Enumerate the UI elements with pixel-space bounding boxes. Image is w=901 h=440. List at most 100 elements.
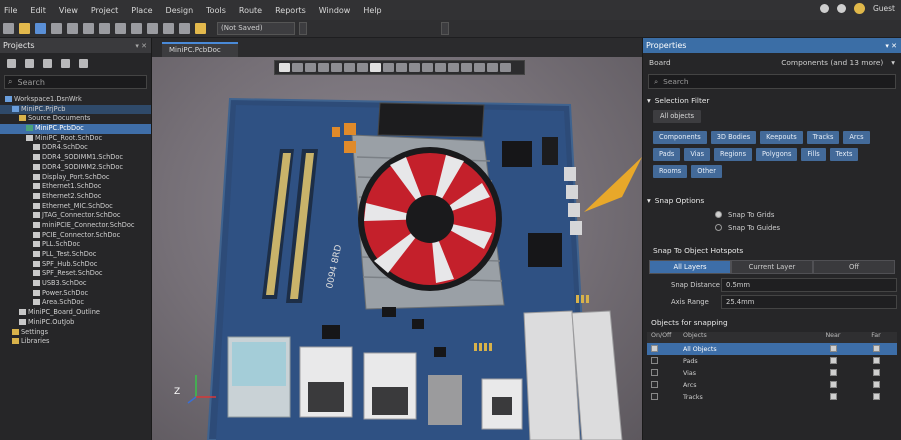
redo-icon[interactable]	[179, 23, 190, 34]
near-checkbox[interactable]	[829, 392, 837, 400]
filter-chip-tracks[interactable]: Tracks	[806, 131, 840, 144]
new-project-icon[interactable]	[25, 58, 34, 68]
near-checkbox[interactable]	[829, 368, 837, 376]
on-off-checkbox[interactable]	[651, 392, 658, 400]
menu-edit[interactable]: Edit	[30, 6, 46, 15]
on-off-checkbox[interactable]	[651, 344, 658, 352]
move-icon[interactable]	[147, 23, 158, 34]
move-tool-icon[interactable]	[318, 63, 329, 72]
snap-table-row[interactable]: All Objects	[647, 343, 897, 355]
on-off-checkbox[interactable]	[651, 380, 658, 388]
tree-item[interactable]: SPF_Reset.SchDoc	[0, 269, 151, 279]
board-filter-value[interactable]: Components (and 13 more)	[781, 58, 883, 67]
projects-search-input[interactable]: ⌕ Search	[4, 75, 147, 89]
place-pad-icon[interactable]	[383, 63, 394, 72]
new-file-icon[interactable]	[3, 23, 14, 34]
far-checkbox[interactable]	[872, 368, 880, 376]
measure-icon[interactable]	[461, 63, 472, 72]
tree-item[interactable]: SPF_Hub.SchDoc	[0, 260, 151, 270]
polygon-icon[interactable]	[396, 63, 407, 72]
tree-item[interactable]: MiniPC.PrjPcb	[0, 104, 151, 115]
place-component-icon[interactable]	[344, 63, 355, 72]
variant-dropdown[interactable]	[299, 22, 307, 35]
all-objects-button[interactable]: All objects	[653, 110, 701, 123]
menu-view[interactable]: View	[59, 6, 78, 15]
filter-chip-fills[interactable]: Fills	[801, 148, 826, 161]
menu-reports[interactable]: Reports	[275, 6, 306, 15]
menu-design[interactable]: Design	[166, 6, 194, 15]
notifications-icon[interactable]	[836, 4, 846, 13]
settings-icon[interactable]	[819, 4, 829, 13]
folder-icon[interactable]	[61, 58, 70, 68]
tree-item[interactable]: PLL_Test.SchDoc	[0, 250, 151, 260]
tree-item[interactable]: Libraries	[0, 337, 151, 347]
dimension-icon[interactable]	[422, 63, 433, 72]
on-off-checkbox[interactable]	[651, 356, 658, 364]
filter-chip-3d-bodies[interactable]: 3D Bodies	[710, 131, 757, 144]
tree-item[interactable]: MiniPC_Board_Outline	[0, 308, 151, 318]
align-icon[interactable]	[331, 63, 342, 72]
tree-item[interactable]: Workspace1.DsnWrk	[0, 95, 151, 105]
tree-item[interactable]: MiniPC_Root.SchDoc	[0, 134, 151, 144]
tree-item[interactable]: Ethernet_MIC.SchDoc	[0, 202, 151, 212]
snap-distance-input[interactable]: 0.5mm	[721, 277, 897, 292]
filter-chip-regions[interactable]: Regions	[714, 148, 753, 161]
selection-filter-section[interactable]: ▾ Selection Filter	[643, 92, 901, 108]
off-option[interactable]: Off	[813, 260, 895, 274]
menu-tools[interactable]: Tools	[206, 6, 226, 15]
tree-item[interactable]: miniPCIE_Connector.SchDoc	[0, 221, 151, 231]
hammer-icon[interactable]	[195, 23, 206, 34]
filter-chip-components[interactable]: Components	[653, 131, 707, 144]
snap-table-row[interactable]: Vias	[647, 367, 897, 379]
tree-item[interactable]: JTAG_Connector.SchDoc	[0, 211, 151, 221]
filter-chip-arcs[interactable]: Arcs	[843, 131, 870, 144]
select-icon[interactable]	[131, 23, 142, 34]
rectangle-select-icon[interactable]	[305, 63, 316, 72]
all-layers-option[interactable]: All Layers	[649, 260, 731, 274]
filter-chip-polygons[interactable]: Polygons	[756, 148, 798, 161]
menu-window[interactable]: Window	[319, 6, 351, 15]
panel-menu-icon[interactable]: ▾ ✕	[135, 42, 147, 50]
pcb-3d-viewport[interactable]: 0094 8RD Z	[152, 57, 642, 440]
menu-help[interactable]: Help	[363, 6, 381, 15]
tree-item[interactable]: MiniPC.OutJob	[0, 318, 151, 328]
tree-item[interactable]: Source Documents	[0, 114, 151, 124]
copy-icon[interactable]	[83, 23, 94, 34]
room-icon[interactable]	[487, 63, 498, 72]
tree-item[interactable]: MiniPC.PcbDoc	[0, 124, 151, 134]
3d-body-icon[interactable]	[474, 63, 485, 72]
tree-item[interactable]: Ethernet2.SchDoc	[0, 192, 151, 202]
filter-icon[interactable]	[279, 63, 290, 72]
open-folder-icon[interactable]	[19, 23, 30, 34]
menu-place[interactable]: Place	[131, 6, 152, 15]
user-avatar-icon[interactable]	[853, 3, 865, 14]
panel-menu-icon[interactable]: ▾ ✕	[885, 42, 897, 50]
filter-funnel-icon[interactable]: ▾	[891, 58, 895, 67]
select-tool-icon[interactable]	[292, 63, 303, 72]
far-checkbox[interactable]	[872, 356, 880, 364]
snap-to-grids-option[interactable]: Snap To Grids	[643, 208, 901, 221]
tree-item[interactable]: DDR4.SchDoc	[0, 143, 151, 153]
print-icon[interactable]	[51, 23, 62, 34]
line-tool-icon[interactable]	[435, 63, 446, 72]
user-name[interactable]: Guest	[873, 4, 895, 13]
far-checkbox[interactable]	[872, 392, 880, 400]
string-icon[interactable]	[500, 63, 511, 72]
near-checkbox[interactable]	[829, 380, 837, 388]
layer-set-dropdown[interactable]	[441, 22, 449, 35]
filter-chip-other[interactable]: Other	[691, 165, 722, 178]
tree-item[interactable]: PCIE_Connector.SchDoc	[0, 231, 151, 241]
tree-item[interactable]: USB3.SchDoc	[0, 279, 151, 289]
zoom-icon[interactable]	[67, 23, 78, 34]
tree-item[interactable]: PLL.SchDoc	[0, 240, 151, 250]
filter-chip-texts[interactable]: Texts	[829, 148, 859, 161]
near-checkbox[interactable]	[829, 356, 837, 364]
properties-search-input[interactable]: ⌕ Search	[648, 74, 896, 89]
gear-icon[interactable]	[79, 58, 88, 68]
menu-route[interactable]: Route	[239, 6, 262, 15]
snap-table-row[interactable]: Pads	[647, 355, 897, 367]
filter-chip-keepouts[interactable]: Keepouts	[760, 131, 803, 144]
far-checkbox[interactable]	[872, 380, 880, 388]
filter-chip-rooms[interactable]: Rooms	[653, 165, 688, 178]
tree-item[interactable]: Area.SchDoc	[0, 298, 151, 308]
